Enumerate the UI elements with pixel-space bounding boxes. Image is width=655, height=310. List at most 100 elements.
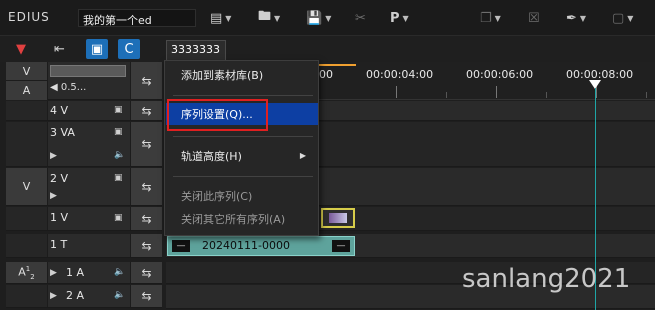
video-mute-icon[interactable]: ▣ xyxy=(114,173,123,183)
annotation-highlight-box xyxy=(167,99,268,131)
swap-icon: ⇆ xyxy=(141,179,152,194)
expand-icon[interactable]: ▶ xyxy=(50,268,57,278)
snap-icon[interactable]: C xyxy=(118,39,140,59)
swap-icon: ⇆ xyxy=(141,103,152,118)
track-3va[interactable]: 3 VA ▣ ▶ 🔈 ⇆ xyxy=(6,122,162,167)
clip-thumbnail xyxy=(329,213,347,223)
chevron-down-icon: ▼ xyxy=(627,13,634,23)
speaker-icon[interactable]: 🔈 xyxy=(114,150,125,160)
expand-icon[interactable]: ▶ xyxy=(50,151,57,161)
marker-icon: ✒ xyxy=(566,10,577,26)
video-mute-icon[interactable]: ▣ xyxy=(114,127,123,137)
track-patch[interactable] xyxy=(6,207,48,230)
in-point-icon[interactable]: ▼ xyxy=(16,39,26,59)
sync-toggle[interactable]: ⇆ xyxy=(130,101,162,120)
track-1a[interactable]: A12 ▶ 1 A 🔈 ⇆ xyxy=(6,262,162,284)
menu-separator xyxy=(173,176,313,177)
clip-in-handle: — xyxy=(172,240,190,252)
track-2v[interactable]: V 2 V ▣ ▶ ⇆ xyxy=(6,168,162,206)
swap-icon: ⇆ xyxy=(141,137,152,151)
sync-toggle[interactable]: ⇆ xyxy=(130,62,162,99)
video-mute-icon[interactable]: ▣ xyxy=(114,105,123,115)
chevron-down-icon: ▼ xyxy=(274,13,281,23)
submenu-arrow-icon: ▶ xyxy=(299,151,306,160)
link-icon[interactable]: ▣ xyxy=(86,39,108,59)
context-menu: 添加到素材库(B) 序列设置(Q)... 轨道高度(H) ▶ 关闭此序列(C) … xyxy=(164,60,319,236)
clip-out-handle: — xyxy=(332,240,350,252)
audio-channel-patch[interactable]: A12 xyxy=(6,262,48,283)
track-name: 1 V xyxy=(50,211,69,224)
marker-toolbar-button[interactable]: ✒ ▼ xyxy=(566,8,586,28)
menu-separator xyxy=(173,136,313,137)
project-name-field[interactable]: 我的第一个ed xyxy=(78,9,196,27)
track-name: 1 T xyxy=(50,238,68,251)
swap-icon: ⇆ xyxy=(141,238,152,253)
chevron-down-icon: ▼ xyxy=(579,13,587,23)
menu-item-label: 轨道高度(H) xyxy=(181,150,242,163)
track-4v[interactable]: 4 V ▣ ⇆ xyxy=(6,101,162,121)
title-bar: EDIUS 我的第一个ed ▤ ▼ 🖿 ▼ 💾 ▼ ✂ P ▼ ❐ ▼ ☒ ✒ ▼ ▢ ▼ xyxy=(0,0,655,36)
copy-toolbar-button[interactable]: ❐ ▼ xyxy=(480,8,501,28)
delete-toolbar-button[interactable]: ☒ xyxy=(528,8,540,28)
track-name: 1 A xyxy=(66,266,85,279)
title-clip-label: 20240111-0000 xyxy=(202,239,290,252)
video-clip[interactable] xyxy=(321,208,355,228)
track-patch[interactable]: V xyxy=(6,168,48,205)
scissors-icon: ✂ xyxy=(355,10,366,26)
track-patch[interactable] xyxy=(6,285,48,307)
sync-toggle[interactable]: ⇆ xyxy=(130,168,162,205)
menu-item-add-to-bin[interactable]: 添加到素材库(B) xyxy=(166,64,318,86)
track-1v[interactable]: 1 V ▣ ⇆ xyxy=(6,207,162,231)
open-toolbar-button[interactable]: 🖿 ▼ xyxy=(258,8,280,28)
video-patch[interactable]: V xyxy=(6,62,48,81)
track-2a[interactable]: ▶ 2 A 🔈 ⇆ xyxy=(6,285,162,308)
menu-item-close-other-sequences[interactable]: 关闭其它所有序列(A) xyxy=(166,208,318,230)
save-toolbar-button[interactable]: 💾 ▼ xyxy=(306,8,331,28)
paste-toolbar-button[interactable]: P ▼ xyxy=(390,8,409,28)
speaker-icon[interactable]: 🔈 xyxy=(114,290,125,300)
swap-icon: ⇆ xyxy=(141,289,152,303)
menu-item-label: 关闭其它所有序列(A) xyxy=(181,213,286,226)
sequence-icon: ▤ xyxy=(210,10,223,26)
title-clip[interactable]: — 20240111-0000 — xyxy=(167,236,355,256)
ruler-tick xyxy=(396,86,397,98)
sync-toggle[interactable]: ⇆ xyxy=(130,262,162,283)
track-1t[interactable]: 1 T ⇆ xyxy=(6,234,162,258)
track-patch[interactable] xyxy=(6,122,48,166)
crop-toolbar-button[interactable]: ▢ ▼ xyxy=(612,8,633,28)
render-range-bar xyxy=(318,64,356,66)
crop-icon: ▢ xyxy=(612,10,625,26)
audio-patch[interactable]: A xyxy=(6,81,48,100)
menu-item-track-height[interactable]: 轨道高度(H) ▶ xyxy=(166,145,318,167)
cut-toolbar-button[interactable]: ✂ xyxy=(355,8,366,28)
sequence-tab[interactable]: 3333333 xyxy=(166,40,226,60)
expand-icon[interactable]: ▶ xyxy=(50,191,57,201)
ripple-icon[interactable]: ⇤ xyxy=(54,39,65,59)
ruler-label: 00:00:06:00 xyxy=(466,68,534,81)
expand-icon[interactable]: ▶ xyxy=(50,291,57,301)
sync-toggle[interactable]: ⇆ xyxy=(130,234,162,257)
video-mute-icon[interactable]: ▣ xyxy=(114,213,123,223)
menu-item-close-sequence[interactable]: 关闭此序列(C) xyxy=(166,185,318,207)
swap-icon: ⇆ xyxy=(141,73,152,88)
ruler-tick xyxy=(546,92,547,98)
paste-icon: P xyxy=(390,10,400,26)
sequence-toolbar-button[interactable]: ▤ ▼ xyxy=(210,8,231,28)
speaker-icon[interactable]: 🔈 xyxy=(114,267,125,277)
zoom-control[interactable]: ◀ 0.5... xyxy=(50,82,86,93)
track-patch[interactable] xyxy=(6,101,48,120)
sync-toggle[interactable]: ⇆ xyxy=(130,122,162,166)
track-patch[interactable] xyxy=(6,234,48,257)
chevron-down-icon: ▼ xyxy=(494,13,501,23)
chevron-down-icon: ▼ xyxy=(402,13,409,23)
chevron-left-icon: ◀ xyxy=(50,82,58,93)
patch-row: V A ◀ 0.5... ⇆ xyxy=(6,62,162,100)
sync-toggle[interactable]: ⇆ xyxy=(130,207,162,230)
menu-separator xyxy=(173,95,313,96)
chevron-down-icon: ▼ xyxy=(325,13,332,23)
zoom-slider[interactable] xyxy=(50,65,126,77)
ruler-label: 00:00:04:00 xyxy=(366,68,434,81)
sync-toggle[interactable]: ⇆ xyxy=(130,285,162,307)
ruler-tick xyxy=(496,86,497,98)
swap-icon: ⇆ xyxy=(141,211,152,226)
